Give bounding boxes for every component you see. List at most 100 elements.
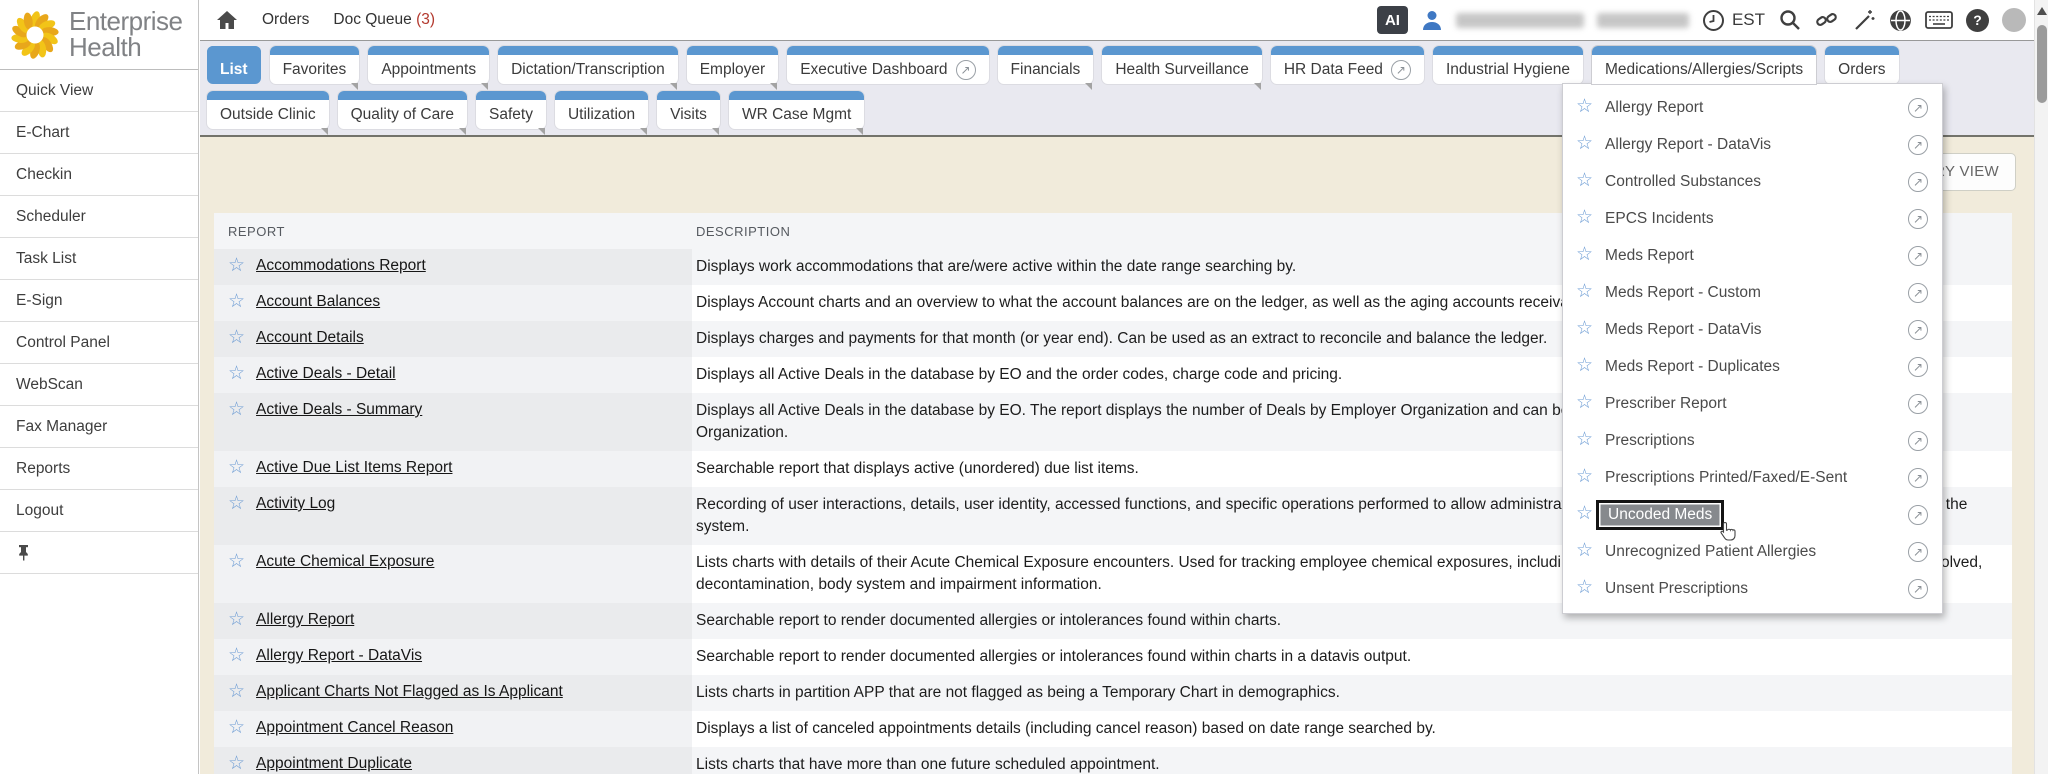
open-in-new-icon[interactable]: ↗ bbox=[1908, 505, 1928, 525]
tab-hr-data-feed[interactable]: HR Data Feed↗ bbox=[1271, 46, 1424, 84]
favorite-star-icon[interactable]: ☆ bbox=[1576, 504, 1593, 525]
report-link[interactable]: Appointment Duplicate bbox=[256, 755, 412, 773]
favorite-star-icon[interactable]: ☆ bbox=[228, 646, 245, 667]
sidebar-item-fax-manager[interactable]: Fax Manager bbox=[0, 406, 198, 448]
sidebar-item-e-sign[interactable]: E-Sign bbox=[0, 280, 198, 322]
report-link[interactable]: Account Details bbox=[256, 329, 364, 347]
avatar[interactable] bbox=[2002, 8, 2026, 32]
report-link[interactable]: Active Deals - Detail bbox=[256, 365, 396, 383]
tab-financials[interactable]: Financials bbox=[998, 46, 1094, 84]
page-scrollbar[interactable] bbox=[2034, 0, 2048, 774]
favorite-star-icon[interactable]: ☆ bbox=[1576, 393, 1593, 414]
report-link[interactable]: Applicant Charts Not Flagged as Is Appli… bbox=[256, 683, 563, 701]
sidebar-pin-row[interactable] bbox=[0, 532, 198, 574]
report-link[interactable]: Accommodations Report bbox=[256, 257, 426, 275]
open-in-new-icon[interactable]: ↗ bbox=[1908, 431, 1928, 451]
favorite-star-icon[interactable]: ☆ bbox=[228, 292, 245, 313]
sidebar-item-webscan[interactable]: WebScan bbox=[0, 364, 198, 406]
favorite-star-icon[interactable]: ☆ bbox=[1576, 356, 1593, 377]
tab-executive-dashboard[interactable]: Executive Dashboard↗ bbox=[787, 46, 988, 84]
open-in-new-icon[interactable]: ↗ bbox=[1908, 357, 1928, 377]
favorite-star-icon[interactable]: ☆ bbox=[228, 552, 245, 573]
favorite-star-icon[interactable]: ☆ bbox=[1576, 134, 1593, 155]
pin-icon[interactable] bbox=[16, 544, 31, 561]
menu-item-controlled-substances[interactable]: ☆Controlled Substances↗ bbox=[1563, 163, 1942, 200]
menu-item-meds-report-custom[interactable]: ☆Meds Report - Custom↗ bbox=[1563, 274, 1942, 311]
menu-item-uncoded-meds[interactable]: ☆Uncoded Meds↗ bbox=[1563, 496, 1942, 533]
favorite-star-icon[interactable]: ☆ bbox=[1576, 97, 1593, 118]
tab-industrial-hygiene[interactable]: Industrial Hygiene bbox=[1433, 46, 1583, 84]
clock-icon[interactable] bbox=[1702, 9, 1725, 32]
report-link[interactable]: Account Balances bbox=[256, 293, 380, 311]
open-in-new-icon[interactable]: ↗ bbox=[1908, 579, 1928, 599]
help-icon[interactable]: ? bbox=[1966, 9, 1989, 32]
tab-health-surveillance[interactable]: Health Surveillance bbox=[1102, 46, 1262, 84]
favorite-star-icon[interactable]: ☆ bbox=[1576, 245, 1593, 266]
menu-item-meds-report-datavis[interactable]: ☆Meds Report - DataVis↗ bbox=[1563, 311, 1942, 348]
tab-employer[interactable]: Employer bbox=[687, 46, 778, 84]
favorite-star-icon[interactable]: ☆ bbox=[228, 718, 245, 739]
favorite-star-icon[interactable]: ☆ bbox=[1576, 208, 1593, 229]
favorite-star-icon[interactable]: ☆ bbox=[228, 610, 245, 631]
favorite-star-icon[interactable]: ☆ bbox=[228, 458, 245, 479]
tab-quality-of-care[interactable]: Quality of Care bbox=[338, 91, 467, 129]
favorite-star-icon[interactable]: ☆ bbox=[1576, 430, 1593, 451]
open-in-new-icon[interactable]: ↗ bbox=[956, 60, 976, 80]
open-in-new-icon[interactable]: ↗ bbox=[1391, 60, 1411, 80]
scrollbar-thumb[interactable] bbox=[2037, 25, 2047, 103]
sidebar-item-quick-view[interactable]: Quick View bbox=[0, 70, 198, 112]
tab-utilization[interactable]: Utilization bbox=[555, 91, 648, 129]
tab-dictation-transcription[interactable]: Dictation/Transcription bbox=[498, 46, 678, 84]
link-icon[interactable] bbox=[1815, 8, 1839, 32]
open-in-new-icon[interactable]: ↗ bbox=[1908, 283, 1928, 303]
tab-visits[interactable]: Visits bbox=[657, 91, 720, 129]
magic-wand-icon[interactable] bbox=[1852, 8, 1876, 32]
user-icon[interactable] bbox=[1421, 9, 1443, 31]
scrollbar-up-arrow-icon[interactable] bbox=[2037, 7, 2047, 15]
favorite-star-icon[interactable]: ☆ bbox=[228, 682, 245, 703]
sidebar-item-logout[interactable]: Logout bbox=[0, 490, 198, 532]
breadcrumb-orders[interactable]: Orders bbox=[262, 11, 309, 29]
open-in-new-icon[interactable]: ↗ bbox=[1908, 172, 1928, 192]
sidebar-item-checkin[interactable]: Checkin bbox=[0, 154, 198, 196]
open-in-new-icon[interactable]: ↗ bbox=[1908, 320, 1928, 340]
report-link[interactable]: Allergy Report - DataVis bbox=[256, 647, 422, 665]
favorite-star-icon[interactable]: ☆ bbox=[228, 400, 245, 421]
open-in-new-icon[interactable]: ↗ bbox=[1908, 394, 1928, 414]
tab-outside-clinic[interactable]: Outside Clinic bbox=[207, 91, 329, 129]
report-link[interactable]: Appointment Cancel Reason bbox=[256, 719, 453, 737]
menu-item-prescriber-report[interactable]: ☆Prescriber Report↗ bbox=[1563, 385, 1942, 422]
favorite-star-icon[interactable]: ☆ bbox=[1576, 541, 1593, 562]
favorite-star-icon[interactable]: ☆ bbox=[1576, 467, 1593, 488]
menu-item-unrecognized-patient-allergies[interactable]: ☆Unrecognized Patient Allergies↗ bbox=[1563, 533, 1942, 570]
menu-item-allergy-report[interactable]: ☆Allergy Report↗ bbox=[1563, 89, 1942, 126]
tab-list[interactable]: List bbox=[207, 46, 261, 84]
open-in-new-icon[interactable]: ↗ bbox=[1908, 209, 1928, 229]
sidebar-item-task-list[interactable]: Task List bbox=[0, 238, 198, 280]
ai-badge-icon[interactable]: AI bbox=[1377, 6, 1408, 34]
breadcrumb-doc-queue[interactable]: Doc Queue (3) bbox=[333, 11, 435, 29]
tab-appointments[interactable]: Appointments bbox=[368, 46, 489, 84]
sidebar-item-e-chart[interactable]: E-Chart bbox=[0, 112, 198, 154]
menu-item-meds-report-duplicates[interactable]: ☆Meds Report - Duplicates↗ bbox=[1563, 348, 1942, 385]
report-link[interactable]: Activity Log bbox=[256, 495, 335, 513]
favorite-star-icon[interactable]: ☆ bbox=[228, 256, 245, 277]
favorite-star-icon[interactable]: ☆ bbox=[1576, 171, 1593, 192]
tab-wr-case-mgmt[interactable]: WR Case Mgmt bbox=[729, 91, 864, 129]
tab-safety[interactable]: Safety bbox=[476, 91, 546, 129]
report-link[interactable]: Allergy Report bbox=[256, 611, 354, 629]
report-link[interactable]: Active Deals - Summary bbox=[256, 401, 422, 419]
menu-item-prescriptions[interactable]: ☆Prescriptions↗ bbox=[1563, 422, 1942, 459]
menu-item-epcs-incidents[interactable]: ☆EPCS Incidents↗ bbox=[1563, 200, 1942, 237]
favorite-star-icon[interactable]: ☆ bbox=[228, 328, 245, 349]
sidebar-item-scheduler[interactable]: Scheduler bbox=[0, 196, 198, 238]
favorite-star-icon[interactable]: ☆ bbox=[1576, 319, 1593, 340]
open-in-new-icon[interactable]: ↗ bbox=[1908, 468, 1928, 488]
favorite-star-icon[interactable]: ☆ bbox=[1576, 578, 1593, 599]
favorite-star-icon[interactable]: ☆ bbox=[1576, 282, 1593, 303]
globe-icon[interactable] bbox=[1889, 9, 1912, 32]
open-in-new-icon[interactable]: ↗ bbox=[1908, 135, 1928, 155]
report-link[interactable]: Active Due List Items Report bbox=[256, 459, 452, 477]
home-icon[interactable] bbox=[216, 10, 238, 30]
favorite-star-icon[interactable]: ☆ bbox=[228, 364, 245, 385]
